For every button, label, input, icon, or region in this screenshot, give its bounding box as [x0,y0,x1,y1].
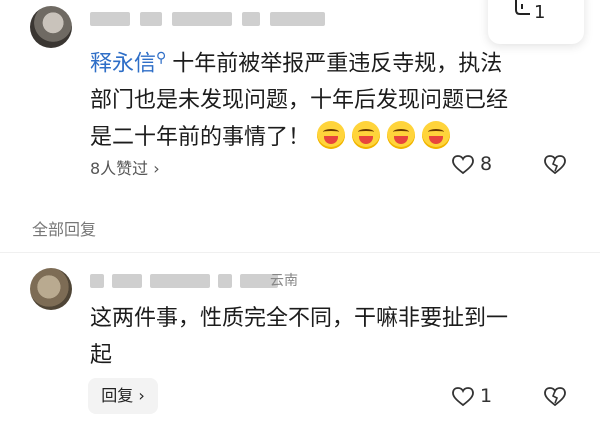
search-mention-icon[interactable]: ⚲ [156,50,166,66]
laughing-emoji-icon [422,121,451,150]
comment-text: 释永信⚲ 十年前被举报严重违反寺规，执法 部门也是未发现问题，十年后发现问题已经 … [90,40,580,156]
all-replies-header: 全部回复 [32,220,97,239]
broken-heart-icon[interactable] [544,155,566,175]
laughing-emoji-icon [317,121,346,150]
divider [0,252,600,253]
laughing-emoji-icon [352,121,381,150]
comment-line-3: 是二十年前的事情了！ [90,125,311,151]
mention-link[interactable]: 释永信 [90,51,156,76]
likes-summary-link[interactable]: 8人赞过 › [90,155,160,179]
reply-button[interactable]: 回复 › [88,378,158,414]
avatar[interactable] [30,268,72,310]
comment-line-2: 部门也是未发现问题，十年后发现问题已经 [90,88,509,114]
username-blurred[interactable] [90,12,340,26]
reply-corner-icon[interactable] [512,0,532,22]
heart-outline-icon[interactable] [452,387,474,407]
location-label: 云南 [270,273,298,289]
reply-line-2: 起 [90,343,113,368]
comment-line-1: 十年前被举报严重违反寺规，执法 [172,51,503,77]
username-blurred[interactable] [90,274,278,288]
like-count: 8 [480,153,493,175]
like-count: 1 [480,385,493,407]
reply-text: 这两件事，性质完全不同，干嘛非要扯到一 起 [90,300,580,374]
heart-outline-icon[interactable] [452,155,474,175]
broken-heart-icon[interactable] [544,387,566,407]
reply-line-1: 这两件事，性质完全不同，干嘛非要扯到一 [90,306,509,331]
avatar[interactable] [30,6,72,48]
laughing-emoji-icon [387,121,416,150]
reply-count: 1 [534,2,546,23]
